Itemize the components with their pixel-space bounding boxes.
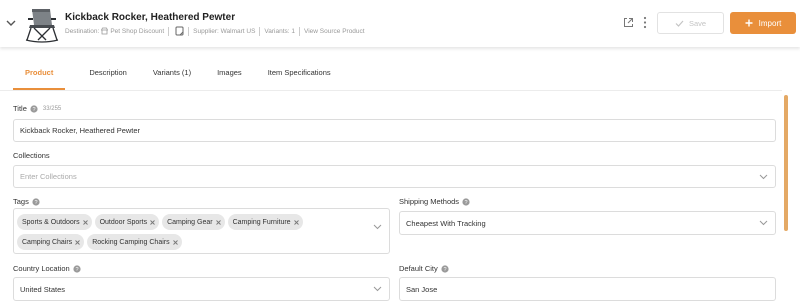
tag-label: Rocking Camping Chairs — [92, 238, 170, 246]
variants-count: Variants: 1 — [264, 27, 296, 35]
product-thumbnail — [24, 3, 60, 43]
tab-description[interactable]: Description — [89, 62, 127, 90]
svg-text:?: ? — [465, 200, 468, 206]
country-label-row: Country Location ? — [13, 264, 81, 273]
chevron-down-icon — [759, 174, 768, 179]
title-input[interactable]: Kickback Rocker, Heathered Pewter — [13, 119, 776, 142]
collapse-chevron-icon[interactable] — [5, 16, 17, 30]
tag-label: Sports & Outdoors — [22, 218, 80, 226]
tag-chip: Sports & Outdoors — [17, 214, 92, 230]
tag-label: Camping Chairs — [22, 238, 73, 246]
city-input[interactable]: San Jose — [399, 277, 776, 301]
svg-text:?: ? — [32, 107, 35, 113]
more-vertical-icon[interactable] — [642, 15, 648, 30]
collections-select[interactable]: Enter Collections — [13, 165, 776, 188]
help-icon[interactable]: ? — [73, 264, 81, 273]
shipping-value: Cheapest With Tracking — [406, 218, 486, 228]
tab-variants[interactable]: Variants (1) — [153, 62, 191, 90]
title-char-count: 33/255 — [42, 105, 62, 112]
chevron-down-icon — [373, 286, 382, 292]
shipping-methods-select[interactable]: Cheapest With Tracking — [399, 211, 776, 235]
country-select[interactable]: United States — [13, 277, 390, 301]
close-icon[interactable] — [172, 239, 178, 245]
collections-label: Collections — [13, 151, 50, 160]
save-label: Save — [688, 18, 707, 28]
close-icon[interactable] — [82, 219, 88, 225]
collections-placeholder: Enter Collections — [20, 172, 77, 181]
tag-label: Camping Gear — [167, 218, 213, 226]
tag-chip: Camping Furniture — [227, 214, 303, 230]
chevron-down-icon — [373, 224, 382, 230]
divider — [299, 26, 301, 36]
tag-chip: Outdoor Sports — [94, 214, 160, 230]
divider — [259, 26, 261, 36]
tags-select[interactable]: Sports & Outdoors Outdoor Sports Camping… — [13, 208, 390, 254]
close-icon[interactable] — [215, 219, 221, 225]
scrollbar-thumb[interactable] — [784, 95, 788, 231]
close-icon[interactable] — [293, 219, 299, 225]
tab-images[interactable]: Images — [217, 62, 242, 90]
tab-item-specifications[interactable]: Item Specifications — [268, 62, 331, 90]
country-label: Country Location — [13, 264, 70, 273]
product-meta: Destination: Pet Shop Discount Supplier:… — [65, 26, 365, 36]
tags-label-row: Tags ? — [13, 197, 40, 206]
divider — [188, 26, 190, 36]
product-title: Kickback Rocker, Heathered Pewter — [65, 12, 236, 23]
check-icon — [675, 20, 684, 27]
tags-list: Sports & Outdoors Outdoor Sports Camping… — [17, 214, 372, 250]
product-tabs: Product Description Variants (1) Images … — [13, 62, 357, 90]
help-icon[interactable]: ? — [462, 197, 470, 206]
shipping-label-row: Shipping Methods ? — [399, 197, 470, 206]
destination-value[interactable]: Pet Shop Discount — [110, 28, 164, 35]
view-source-link[interactable]: View Source Product — [304, 28, 365, 35]
save-button[interactable]: Save — [657, 12, 724, 34]
import-label: Import — [758, 18, 782, 28]
divider — [168, 26, 170, 36]
city-value: San Jose — [406, 284, 438, 294]
title-label: Title — [13, 104, 27, 113]
title-value: Kickback Rocker, Heathered Pewter — [20, 126, 141, 135]
help-icon[interactable]: ? — [30, 104, 38, 113]
destination-label: Destination: — [65, 27, 100, 35]
tag-label: Outdoor Sports — [99, 218, 148, 226]
supplier-text: Supplier: Walmart US — [193, 27, 256, 35]
country-value: United States — [20, 284, 66, 294]
plus-icon — [745, 19, 753, 27]
tag-chip: Rocking Camping Chairs — [87, 234, 182, 250]
product-header: Kickback Rocker, Heathered Pewter Destin… — [0, 0, 800, 47]
close-icon[interactable] — [75, 239, 81, 245]
tags-label: Tags — [13, 197, 29, 206]
tag-label: Camping Furniture — [232, 218, 291, 226]
close-icon[interactable] — [150, 219, 155, 225]
city-label: Default City — [399, 264, 438, 273]
import-button[interactable]: Import — [730, 12, 796, 34]
svg-text:?: ? — [443, 267, 446, 273]
store-icon — [101, 27, 109, 35]
shipping-label: Shipping Methods — [399, 197, 460, 206]
svg-text:?: ? — [34, 200, 37, 206]
tag-chip: Camping Gear — [162, 214, 225, 230]
copy-icon[interactable] — [175, 26, 184, 36]
tag-chip: Camping Chairs — [17, 234, 85, 250]
tab-product[interactable]: Product — [13, 62, 66, 90]
external-link-icon[interactable] — [623, 17, 634, 28]
tabs-divider — [0, 90, 782, 91]
city-label-row: Default City ? — [399, 264, 449, 273]
chevron-down-icon — [759, 220, 768, 226]
help-icon[interactable]: ? — [441, 264, 449, 273]
help-icon[interactable]: ? — [32, 197, 40, 206]
title-label-row: Title ? 33/255 — [13, 104, 61, 113]
svg-text:?: ? — [75, 267, 78, 273]
